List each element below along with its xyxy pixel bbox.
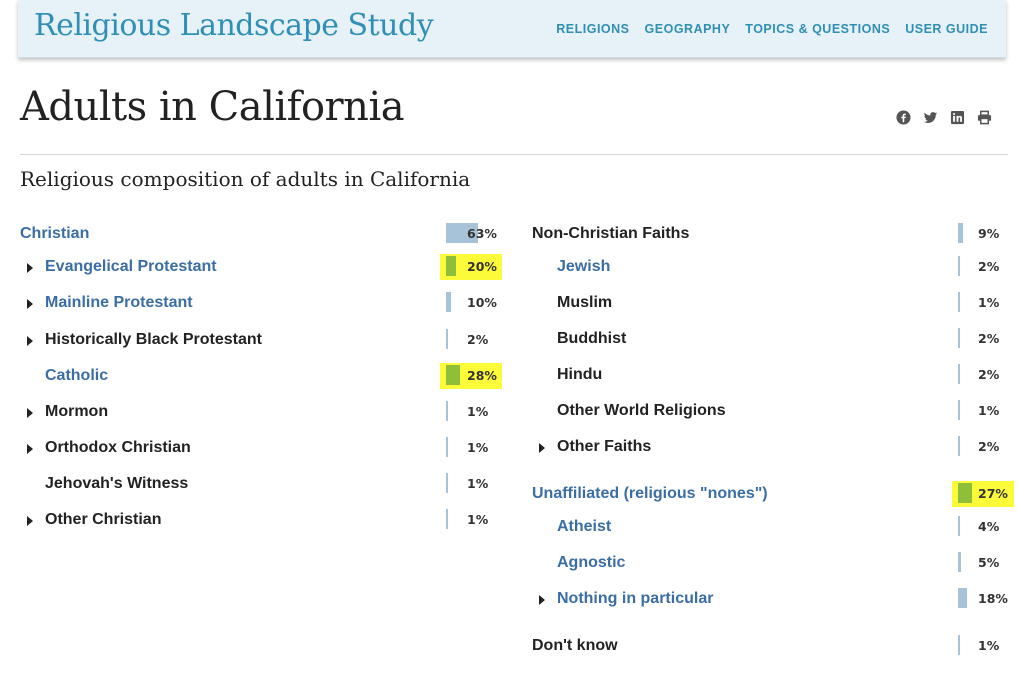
percentage-value: 2% [978, 259, 1000, 274]
section-subtitle: Religious composition of adults in Calif… [20, 167, 471, 191]
category-row-nothing-in-particular[interactable]: Nothing in particular 18% [0, 586, 1018, 612]
category-row-atheist[interactable]: Atheist 4% [0, 514, 1018, 540]
percentage-bar [958, 328, 960, 348]
percentage-bar [958, 400, 960, 420]
percentage-bar [958, 552, 961, 572]
site-title[interactable]: Religious Landscape Study [34, 8, 434, 43]
share-bar [896, 110, 992, 125]
nav-geography[interactable]: GEOGRAPHY [645, 22, 731, 36]
category-row-don-t-know: Don't know 1% [0, 633, 1018, 659]
percentage-bar [958, 292, 960, 312]
category-label[interactable]: Agnostic [557, 550, 625, 576]
page-title: Adults in California [20, 84, 405, 130]
category-row-other-faiths[interactable]: Other Faiths 2% [0, 434, 1018, 460]
expand-caret-icon[interactable] [539, 443, 545, 453]
percentage-value: 1% [978, 638, 1000, 653]
percentage-bar [958, 516, 960, 536]
site-header: Religious Landscape Study RELIGIONS GEOG… [18, 0, 1006, 58]
category-row-jewish[interactable]: Jewish 2% [0, 254, 1018, 280]
percentage-value: 9% [978, 226, 1000, 241]
main-nav: RELIGIONS GEOGRAPHY TOPICS & QUESTIONS U… [556, 22, 988, 36]
category-label: Buddhist [557, 330, 627, 347]
percentage-value: 1% [978, 403, 1000, 418]
category-label: Muslim [557, 294, 613, 311]
percentage-bar [958, 635, 960, 655]
percentage-bar [958, 588, 967, 608]
percentage-value: 2% [978, 367, 1000, 382]
percentage-bar [958, 223, 963, 243]
category-row-muslim: Muslim 1% [0, 290, 1018, 316]
category-label: Hindu [557, 366, 603, 383]
print-icon[interactable] [977, 110, 992, 125]
percentage-value: 4% [978, 519, 1000, 534]
category-label[interactable]: Jewish [557, 254, 610, 280]
percentage-bar [958, 256, 960, 276]
category-label: Non-Christian Faiths [532, 225, 690, 242]
percentage-bar [958, 436, 960, 456]
percentage-value: 27% [978, 486, 1008, 501]
category-row-buddhist: Buddhist 2% [0, 326, 1018, 352]
nav-religions[interactable]: RELIGIONS [556, 22, 629, 36]
percentage-value: 2% [978, 331, 1000, 346]
percentage-value: 1% [978, 295, 1000, 310]
category-label[interactable]: Unaffiliated (religious "nones") [532, 481, 768, 507]
percentage-value: 18% [978, 591, 1008, 606]
percentage-value: 5% [978, 555, 1000, 570]
category-label: Other World Religions [557, 402, 726, 419]
expand-caret-icon[interactable] [539, 595, 545, 605]
category-label: Don't know [532, 637, 618, 654]
category-label: Other Faiths [557, 438, 652, 455]
linkedin-icon[interactable] [950, 110, 965, 125]
nav-topics-questions[interactable]: TOPICS & QUESTIONS [745, 22, 890, 36]
category-label[interactable]: Nothing in particular [557, 586, 713, 612]
category-row-non-christian-faiths: Non-Christian Faiths 9% [0, 221, 1018, 247]
facebook-icon[interactable] [896, 110, 911, 125]
title-divider [20, 154, 1008, 155]
percentage-bar [958, 483, 972, 503]
nav-user-guide[interactable]: USER GUIDE [905, 22, 988, 36]
percentage-value: 2% [978, 439, 1000, 454]
category-row-other-world-religions: Other World Religions 1% [0, 398, 1018, 424]
category-row-hindu: Hindu 2% [0, 362, 1018, 388]
category-label[interactable]: Atheist [557, 514, 611, 540]
category-row-unaffiliated-religious-nones[interactable]: Unaffiliated (religious "nones") 27% [0, 481, 1018, 507]
percentage-bar [958, 364, 960, 384]
category-row-agnostic[interactable]: Agnostic 5% [0, 550, 1018, 576]
twitter-icon[interactable] [923, 110, 938, 125]
